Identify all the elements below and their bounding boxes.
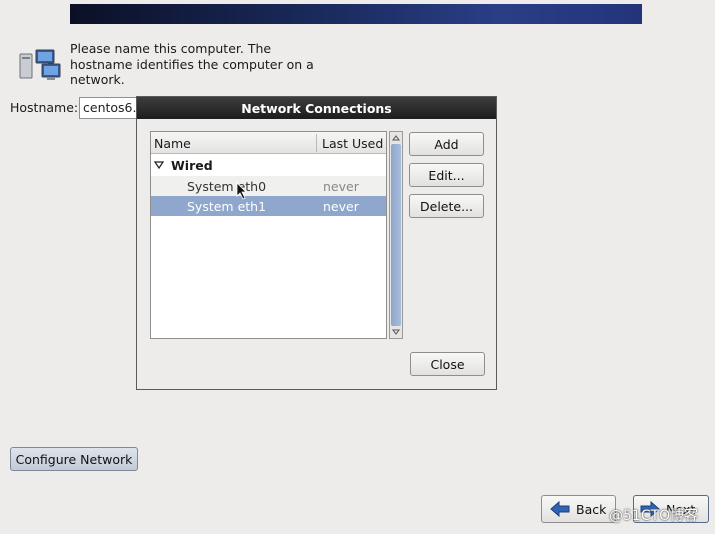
column-header-last-used[interactable]: Last Used bbox=[322, 136, 383, 151]
scroll-up-arrow-icon[interactable] bbox=[392, 134, 400, 142]
hostname-label: Hostname: bbox=[10, 100, 79, 115]
instructions-line-3: network. bbox=[70, 72, 125, 87]
scrollbar-thumb[interactable] bbox=[391, 144, 401, 326]
header-banner bbox=[70, 4, 642, 24]
delete-button[interactable]: Delete... bbox=[409, 194, 484, 218]
group-label: Wired bbox=[171, 158, 213, 173]
mouse-pointer-icon bbox=[236, 182, 247, 200]
connection-row-eth1[interactable]: System eth1 never bbox=[151, 196, 386, 216]
back-button[interactable]: Back bbox=[541, 495, 616, 523]
configure-network-button[interactable]: Configure Network bbox=[10, 447, 138, 471]
connection-row-eth0[interactable]: System eth0 never bbox=[151, 176, 386, 196]
expander-triangle-icon[interactable] bbox=[154, 160, 164, 170]
watermark: @51CTO博客 bbox=[609, 508, 699, 524]
connection-last-used: never bbox=[323, 179, 359, 194]
dialog-title[interactable]: Network Connections bbox=[137, 97, 496, 119]
edit-button[interactable]: Edit... bbox=[409, 163, 484, 187]
back-arrow-icon bbox=[550, 501, 570, 517]
connection-name: System eth1 bbox=[187, 199, 267, 214]
list-header: Name Last Used bbox=[151, 132, 386, 154]
connections-list[interactable]: Name Last Used Wired System eth0 never S… bbox=[150, 131, 387, 339]
column-separator bbox=[316, 134, 317, 152]
close-button[interactable]: Close bbox=[410, 352, 485, 376]
network-computers-icon bbox=[19, 49, 61, 80]
group-row-wired[interactable]: Wired bbox=[151, 155, 386, 175]
network-connections-dialog: Network Connections Name Last Used Wired… bbox=[136, 96, 497, 390]
add-button[interactable]: Add bbox=[409, 132, 484, 156]
hostname-instructions: Please name this computer. The hostname … bbox=[70, 41, 320, 88]
list-scrollbar[interactable] bbox=[389, 131, 403, 339]
instructions-line-1: Please name this computer. The bbox=[70, 41, 272, 56]
back-label: Back bbox=[576, 501, 607, 517]
connection-last-used: never bbox=[323, 199, 359, 214]
instructions-line-2: hostname identifies the computer on a bbox=[70, 56, 314, 72]
column-header-name[interactable]: Name bbox=[154, 136, 191, 151]
scroll-down-arrow-icon[interactable] bbox=[392, 328, 400, 336]
connection-name: System eth0 bbox=[187, 179, 267, 194]
